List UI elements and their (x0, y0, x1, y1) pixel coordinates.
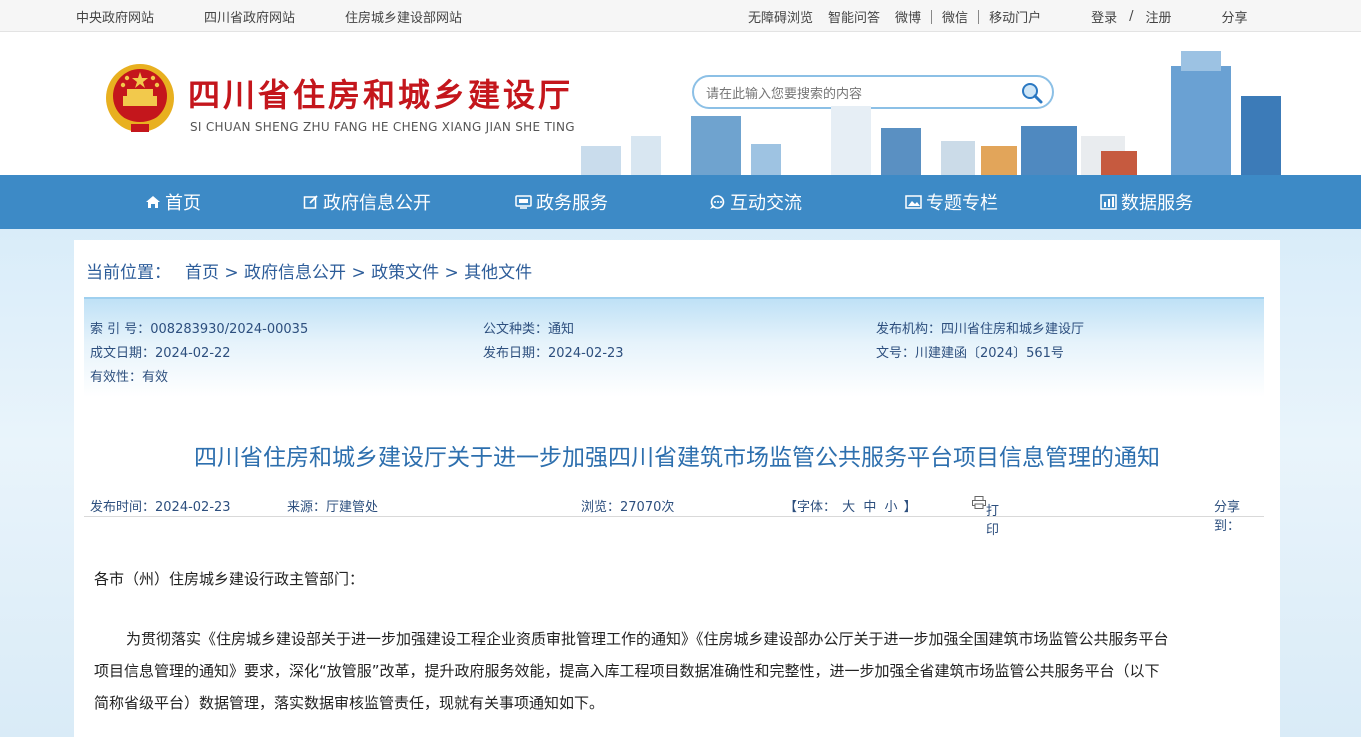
link-accessibility[interactable]: 无障碍浏览 (748, 7, 813, 26)
nav-interaction[interactable]: 互动交流 (709, 175, 802, 229)
body-line-1: 为贯彻落实《住房城乡建设部关于进一步加强建设工程企业资质审批管理工作的通知》《住… (126, 630, 1169, 648)
nav-data-services[interactable]: 数据服务 (1100, 175, 1193, 229)
link-smart-qa[interactable]: 智能问答 (828, 7, 880, 26)
nav-data-services-label: 数据服务 (1121, 193, 1193, 214)
edit-icon (303, 195, 318, 209)
font-close-bracket: 】 (903, 500, 917, 515)
share-to-label[interactable]: 分享到： (1214, 496, 1264, 534)
site-subtitle: SI CHUAN SHENG ZHU FANG HE CHENG XIANG J… (190, 120, 575, 134)
breadcrumb-label: 当前位置： (86, 263, 171, 283)
utility-links: 无障碍浏览 智能问答 微博 微信 移动门户 登录 / 注册 分享 (748, 7, 1248, 26)
login-slash: / (1129, 9, 1134, 24)
nav-home[interactable]: 首页 (145, 175, 201, 229)
link-sichuan-gov[interactable]: 四川省政府网站 (204, 7, 295, 26)
site-title: 四川省住房和城乡建设厅 (188, 76, 574, 114)
body-line-2: 项目信息管理的通知》要求，深化“放管服”改革，提升政府服务效能，提高入库工程项目… (94, 662, 1160, 680)
link-central-gov[interactable]: 中央政府网站 (76, 7, 154, 26)
link-weibo[interactable]: 微博 (895, 7, 921, 26)
link-mobile-portal[interactable]: 移动门户 (989, 7, 1041, 26)
city-skyline-illustration (581, 51, 1281, 175)
font-size-control: 【字体： 大 中 小 】 (784, 496, 917, 515)
national-emblem-icon (106, 64, 174, 132)
top-utility-bar: 中央政府网站 四川省政府网站 住房城乡建设部网站 无障碍浏览 智能问答 微博 微… (0, 0, 1361, 32)
image-icon (905, 195, 922, 209)
print-button[interactable]: 打印 (972, 496, 999, 538)
nav-special-topics-label: 专题专栏 (926, 193, 998, 214)
printer-icon (972, 496, 986, 509)
print-label: 打印 (986, 504, 1000, 538)
link-mohurd[interactable]: 住房城乡建设部网站 (345, 7, 462, 26)
meta-index-no: 索 引 号：008283930/2024-00035 (90, 322, 309, 337)
main-nav: 首页 政府信息公开 政务服务 互动交流 专题专栏 数据服务 (0, 175, 1361, 229)
meta-publisher: 发布机构：四川省住房和城乡建设厅 (876, 322, 1085, 337)
meta-published-date: 发布日期：2024-02-23 (483, 346, 624, 361)
login-link[interactable]: 登录 (1091, 7, 1117, 26)
nav-gov-info[interactable]: 政府信息公开 (303, 175, 431, 229)
meta-validity: 有效性：有效 (90, 370, 169, 385)
chat-icon (710, 195, 725, 209)
divider (931, 9, 933, 24)
link-wechat[interactable]: 微信 (942, 7, 968, 26)
article-info-bar: 发布时间：2024-02-23 来源：厅建管处 浏览：27070次 【字体： 大… (84, 492, 1264, 538)
article-source: 来源：厅建管处 (287, 500, 379, 515)
home-icon (146, 196, 160, 208)
font-medium-button[interactable]: 中 (863, 500, 876, 515)
document-metadata: 索 引 号：008283930/2024-00035 公文种类：通知 发布机构：… (84, 297, 1264, 397)
breadcrumb: 当前位置： 首页 > 政府信息公开 > 政策文件 > 其他文件 (86, 258, 532, 283)
publish-time: 发布时间：2024-02-23 (90, 500, 231, 515)
font-small-button[interactable]: 小 (884, 500, 897, 515)
view-count: 浏览：27070次 (581, 500, 675, 515)
article-body: 各市（州）住房城乡建设行政主管部门： 为贯彻落实《住房城乡建设部关于进一步加强建… (94, 563, 1256, 719)
nav-gov-services[interactable]: 政务服务 (515, 175, 608, 229)
external-links: 中央政府网站 四川省政府网站 住房城乡建设部网站 (76, 7, 512, 26)
meta-created-date: 成文日期：2024-02-22 (90, 346, 231, 361)
meta-doc-type: 公文种类：通知 (483, 322, 575, 337)
nav-gov-info-label: 政府信息公开 (323, 193, 431, 214)
divider (978, 9, 980, 24)
nav-home-label: 首页 (165, 193, 201, 214)
register-link[interactable]: 注册 (1145, 7, 1171, 26)
site-header: 四川省住房和城乡建设厅 SI CHUAN SHENG ZHU FANG HE C… (0, 32, 1361, 175)
nav-interaction-label: 互动交流 (730, 193, 802, 214)
share-link[interactable]: 分享 (1222, 7, 1248, 26)
body-line-3: 简称省级平台）数据管理，落实数据审核监管责任，现就有关事项通知如下。 (94, 694, 605, 712)
chart-icon (1100, 194, 1117, 210)
content-panel: 当前位置： 首页 > 政府信息公开 > 政策文件 > 其他文件 索 引 号：008… (74, 240, 1280, 737)
meta-doc-number: 文号：川建建函〔2024〕561号 (876, 346, 1064, 361)
monitor-icon (515, 195, 532, 209)
nav-special-topics[interactable]: 专题专栏 (905, 175, 998, 229)
article-title: 四川省住房和城乡建设厅关于进一步加强四川省建筑市场监管公共服务平台项目信息管理的… (194, 445, 1160, 471)
font-large-button[interactable]: 大 (842, 500, 855, 515)
font-label: 【字体： (784, 500, 837, 515)
breadcrumb-path[interactable]: 首页 > 政府信息公开 > 政策文件 > 其他文件 (185, 263, 532, 283)
salutation: 各市（州）住房城乡建设行政主管部门： (94, 570, 365, 588)
nav-gov-services-label: 政务服务 (536, 193, 608, 214)
